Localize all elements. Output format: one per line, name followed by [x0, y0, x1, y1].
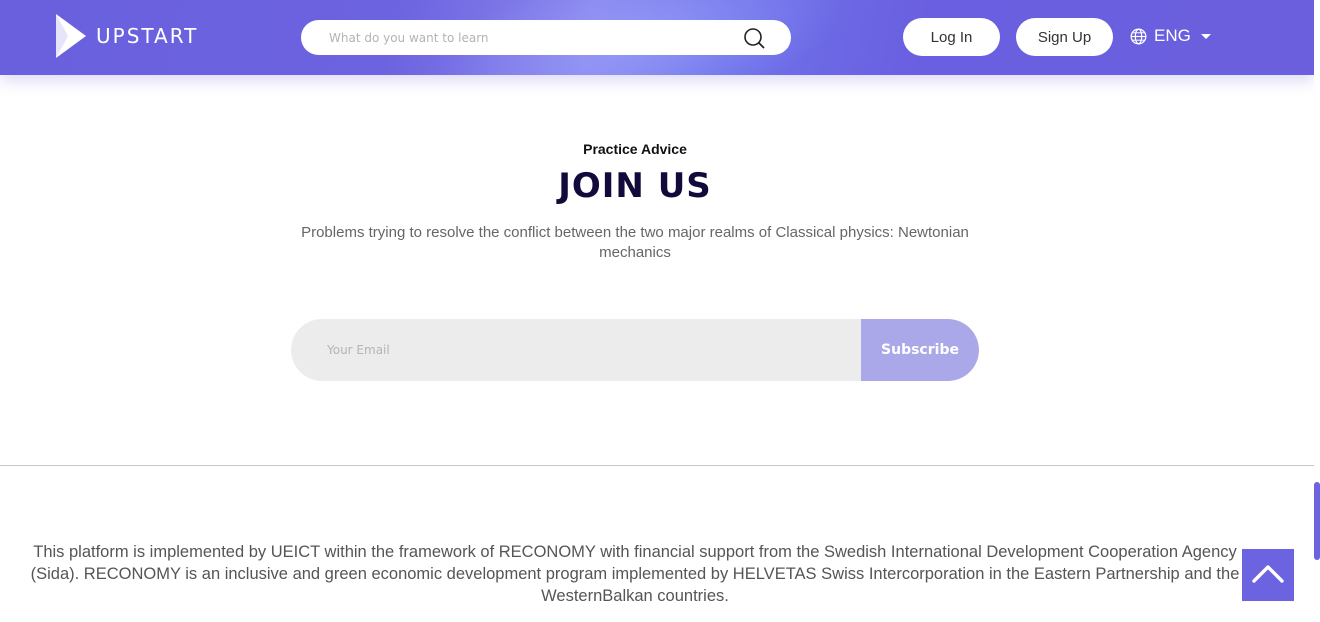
search-icon[interactable] — [743, 27, 765, 49]
footer-disclaimer: This platform is implemented by UEICT wi… — [30, 543, 1240, 605]
subscribe-form: Subscribe — [291, 319, 979, 381]
search-input[interactable] — [329, 22, 729, 53]
scroll-to-top-button[interactable] — [1242, 549, 1294, 601]
brand-name: UPSTART — [96, 24, 199, 48]
search-bar — [301, 20, 791, 55]
join-description: Problems trying to resolve the conflict … — [301, 224, 969, 261]
scrollbar-thumb[interactable] — [1314, 482, 1320, 560]
brand-logo[interactable]: UPSTART — [54, 12, 198, 60]
caret-down-icon — [1200, 33, 1211, 39]
globe-icon — [1130, 28, 1147, 45]
footer-divider — [0, 465, 1314, 466]
language-label: ENG — [1154, 26, 1191, 45]
subscribe-button[interactable]: Subscribe — [861, 319, 979, 381]
email-field[interactable] — [327, 335, 827, 365]
login-button[interactable]: Log In — [903, 18, 1000, 56]
section-eyebrow: Practice Advice — [583, 141, 687, 157]
top-navbar: UPSTART Log In Sign Up — [0, 0, 1314, 75]
chevron-up-icon — [1251, 562, 1285, 588]
join-title: JOIN US — [558, 166, 712, 206]
play-logo-icon — [54, 12, 88, 60]
page: UPSTART Log In Sign Up — [0, 0, 1320, 622]
signup-button[interactable]: Sign Up — [1016, 18, 1113, 56]
language-selector[interactable]: ENG — [1130, 24, 1211, 48]
